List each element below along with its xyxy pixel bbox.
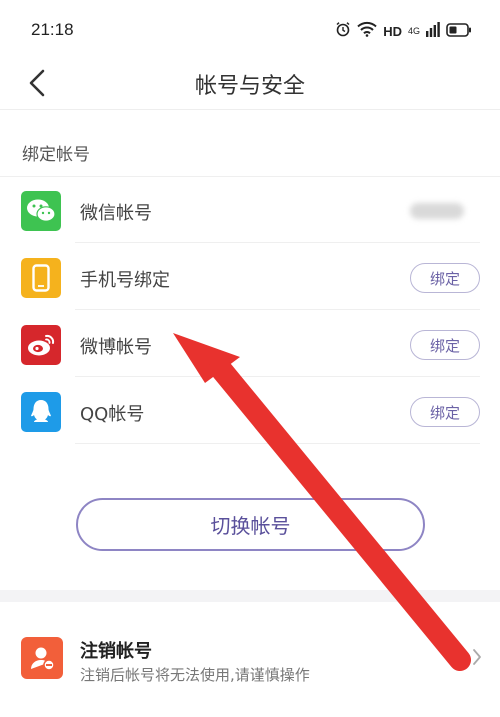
account-label-phone: 手机号绑定 <box>80 270 170 291</box>
cancel-account-description: 注销后帐号将无法使用,请谨慎操作 <box>80 666 310 684</box>
account-label-weibo: 微博帐号 <box>80 337 152 358</box>
user-remove-icon <box>21 637 63 679</box>
account-row-wechat[interactable]: 微信帐号 <box>0 177 500 243</box>
account-row-qq[interactable]: QQ帐号 绑定 <box>0 378 500 444</box>
chevron-right-icon <box>472 648 482 670</box>
watermark: Bai 经验 jingyan.baidu.com <box>415 670 492 709</box>
weibo-icon <box>21 325 61 365</box>
row-divider <box>75 443 480 444</box>
account-row-phone[interactable]: 手机号绑定 绑定 <box>0 244 500 310</box>
status-icons: HD 4G <box>335 20 472 42</box>
row-divider <box>75 376 480 377</box>
account-row-weibo[interactable]: 微博帐号 绑定 <box>0 311 500 377</box>
phone-icon <box>21 258 61 298</box>
row-divider <box>75 309 480 310</box>
alarm-icon <box>335 21 351 41</box>
bind-button-weibo[interactable]: 绑定 <box>410 330 480 360</box>
row-divider <box>75 242 480 243</box>
bind-button-phone[interactable]: 绑定 <box>410 263 480 293</box>
hd-indicator: HD <box>383 23 402 39</box>
bind-button-qq[interactable]: 绑定 <box>410 397 480 427</box>
page-title: 帐号与安全 <box>194 74 305 99</box>
watermark-main: Bai 经验 <box>415 676 492 698</box>
wechat-account-value-hidden <box>410 203 464 219</box>
switch-account-button[interactable]: 切换帐号 <box>76 498 425 551</box>
section-header-bound-accounts: 绑定帐号 <box>22 145 90 165</box>
section-gap <box>0 590 500 602</box>
nav-bar: 帐号与安全 <box>0 56 500 110</box>
account-label-qq: QQ帐号 <box>80 404 145 425</box>
network-type: 4G <box>407 25 420 36</box>
status-bar: 21:18 HD 4G <box>0 0 500 56</box>
signal-icon <box>426 21 440 41</box>
qq-icon <box>21 392 61 432</box>
cancel-account-title: 注销帐号 <box>80 641 152 662</box>
status-time: 21:18 <box>31 20 74 39</box>
battery-icon <box>446 22 472 41</box>
account-label-wechat: 微信帐号 <box>80 203 152 224</box>
wechat-icon <box>21 191 61 231</box>
watermark-sub: jingyan.baidu.com <box>419 699 492 709</box>
wifi-icon <box>357 21 377 41</box>
